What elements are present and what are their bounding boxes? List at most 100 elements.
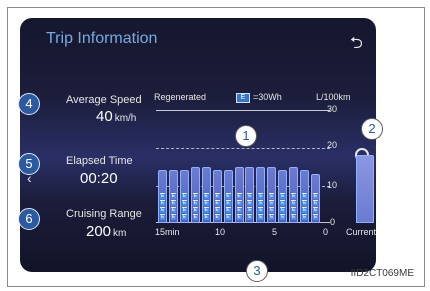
- regen-segment: E: [236, 207, 242, 213]
- regen-segment: E: [258, 214, 264, 220]
- regen-segment: E: [170, 200, 176, 206]
- regen-segment: E: [236, 214, 242, 220]
- x-tick-current: Current: [346, 227, 376, 237]
- figure-frame: Trip Information ⮌ Average Speed 40 km/h …: [7, 7, 425, 287]
- current-bar: [356, 155, 374, 223]
- chart-bar: EEEE: [201, 166, 211, 223]
- return-arrow-icon[interactable]: ⮌: [350, 32, 363, 59]
- chart-bar: EEEE: [267, 166, 277, 223]
- regen-segment: E: [302, 193, 308, 199]
- callout-2: 2: [361, 118, 383, 140]
- regen-segment: E: [203, 207, 209, 213]
- regen-segment: E: [225, 214, 231, 220]
- screen-title: Trip Information: [46, 30, 158, 47]
- regen-segment: E: [247, 207, 253, 213]
- regen-segment: E: [236, 193, 242, 199]
- x-tick-10: 10: [215, 227, 226, 237]
- regen-segment: E: [313, 214, 319, 220]
- regen-segment: E: [258, 200, 264, 206]
- callout-4: 4: [18, 93, 40, 115]
- regen-segment: E: [203, 214, 209, 220]
- chart-bar: EEEE: [256, 166, 266, 223]
- regen-legend: E =30Wh: [234, 92, 282, 103]
- regen-segment: E: [181, 207, 187, 213]
- regen-segment: E: [258, 207, 264, 213]
- regen-segment: E: [181, 214, 187, 220]
- regen-segment: E: [313, 200, 319, 206]
- callout-5: 5: [18, 153, 40, 175]
- regen-legend-swatch: E: [236, 92, 250, 103]
- regenerated-label: Regenerated: [154, 92, 207, 102]
- regen-segment: E: [160, 200, 165, 206]
- regen-segment: E: [313, 207, 319, 213]
- regen-segment: E: [280, 207, 286, 213]
- regen-segment: E: [247, 193, 253, 199]
- regen-segment: E: [192, 214, 198, 220]
- consumption-unit-label: L/100km: [316, 92, 351, 102]
- regen-segment: E: [192, 193, 198, 199]
- x-tick-5: 5: [272, 227, 278, 237]
- regen-segment: E: [302, 207, 308, 213]
- regen-segment: E: [225, 200, 231, 206]
- trip-information-screen: Trip Information ⮌ Average Speed 40 km/h …: [20, 18, 376, 272]
- regen-segment: E: [203, 193, 209, 199]
- chart-bar: EEEE: [300, 170, 310, 223]
- chart-bar: EEEE: [168, 170, 178, 223]
- regen-segment: E: [291, 207, 297, 213]
- regen-segment: E: [170, 207, 176, 213]
- regen-segment: E: [302, 200, 308, 206]
- regen-segment: E: [170, 193, 176, 199]
- regen-segment: E: [291, 200, 297, 206]
- x-tick-0: 0: [323, 227, 329, 237]
- regen-segment: E: [280, 193, 286, 199]
- regen-segment: E: [192, 200, 198, 206]
- regen-segment: E: [258, 193, 264, 199]
- chart-bar: EEEE: [311, 174, 321, 223]
- regen-segment: E: [291, 193, 297, 199]
- regen-segment: E: [291, 214, 297, 220]
- chart-bar: EEEE: [223, 170, 233, 223]
- regen-segment: E: [192, 207, 198, 213]
- regen-segment: E: [269, 193, 275, 199]
- average-speed-value: 40 km/h: [96, 108, 137, 125]
- callout-1: 1: [235, 125, 257, 147]
- chart-bar: EEEE: [158, 170, 167, 223]
- regen-segment: E: [214, 193, 220, 199]
- regen-segment: E: [225, 207, 231, 213]
- regen-segment: E: [214, 200, 220, 206]
- callout-3: 3: [246, 260, 268, 282]
- regen-segment: E: [280, 214, 286, 220]
- regen-segment: E: [170, 214, 176, 220]
- average-speed-label: Average Speed: [66, 94, 142, 106]
- chart-bar: EEEE: [278, 170, 288, 223]
- regen-segment: E: [247, 214, 253, 220]
- chart-bar: EEEE: [289, 166, 299, 223]
- regen-segment: E: [269, 214, 275, 220]
- image-code: IID2CT069ME: [350, 268, 414, 279]
- regen-segment: E: [269, 207, 275, 213]
- regen-segment: E: [313, 193, 319, 199]
- regen-segment: E: [269, 200, 275, 206]
- regen-segment: E: [247, 200, 253, 206]
- regen-segment: E: [236, 200, 242, 206]
- elapsed-time-value: 00:20: [80, 170, 118, 187]
- cruising-range-value: 200 km: [86, 223, 127, 240]
- x-tick-15min: 15min: [155, 227, 180, 237]
- regen-segment: E: [214, 214, 220, 220]
- cruising-range-label: Cruising Range: [66, 208, 142, 220]
- chart-bar: EEEE: [190, 166, 200, 223]
- regen-segment: E: [280, 200, 286, 206]
- regen-segment: E: [302, 214, 308, 220]
- y-tick-0: 0: [330, 217, 336, 227]
- chart-bar: EEEE: [212, 170, 222, 223]
- chart-bar: EEEE: [179, 170, 189, 223]
- regen-segment: E: [160, 214, 165, 220]
- chart-bar: EEEE: [234, 166, 244, 223]
- callout-6: 6: [18, 208, 40, 230]
- regen-segment: E: [225, 193, 231, 199]
- regen-segment: E: [203, 200, 209, 206]
- regen-segment: E: [181, 193, 187, 199]
- regen-segment: E: [181, 200, 187, 206]
- regen-segment: E: [160, 207, 165, 213]
- regen-segment: E: [214, 207, 220, 213]
